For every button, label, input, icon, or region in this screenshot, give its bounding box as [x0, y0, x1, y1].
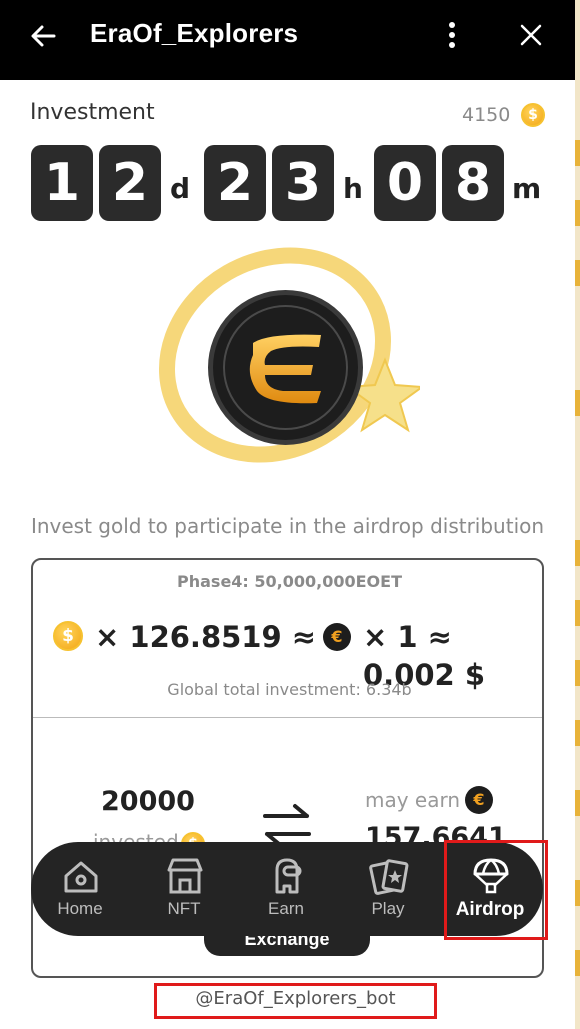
- character-icon: [275, 858, 302, 894]
- arrow-left-icon: [31, 25, 56, 47]
- close-icon: [520, 24, 542, 46]
- bot-handle-label[interactable]: @EraOf_Explorers_bot: [154, 985, 437, 1019]
- countdown-days-digit: 2: [99, 145, 161, 221]
- countdown-hours-digit: 2: [204, 145, 266, 221]
- countdown-minutes-unit: m: [512, 172, 542, 205]
- gold-balance: 4150: [462, 104, 511, 126]
- rate-gold-multiplier: × 126.8519 ≈: [95, 620, 317, 654]
- background-app-strip: [575, 0, 580, 1029]
- countdown-hours-digit: 3: [272, 145, 334, 221]
- nav-label-earn: Earn: [268, 899, 304, 918]
- nav-item-nft[interactable]: NFT: [135, 842, 233, 936]
- gold-coin-icon: $: [53, 621, 83, 651]
- cards-icon: [369, 859, 409, 895]
- eoet-coin-icon: €: [465, 786, 493, 814]
- phase-label: Phase4: 50,000,000EOET: [177, 572, 402, 591]
- countdown-days-unit: d: [170, 172, 191, 205]
- countdown-minutes-digit: 8: [442, 145, 504, 221]
- countdown-minutes-digit: 0: [374, 145, 436, 221]
- e-logo-icon: [249, 334, 321, 404]
- close-button[interactable]: [516, 18, 546, 52]
- investment-label: Investment: [30, 100, 155, 125]
- nav-label-play: Play: [371, 899, 405, 918]
- shop-icon: [167, 858, 203, 894]
- global-total-investment: Global total investment: 6.34b: [167, 680, 412, 699]
- countdown-days-digit: 1: [31, 145, 93, 221]
- gold-coin-icon: $: [521, 103, 545, 127]
- eoet-coin-icon: €: [323, 623, 351, 651]
- countdown-hours-unit: h: [343, 172, 363, 205]
- top-bar: EraOf_Explorers: [0, 0, 575, 80]
- airdrop-highlight-box: [444, 840, 548, 940]
- more-menu-button[interactable]: [440, 18, 464, 52]
- nav-item-play[interactable]: Play: [339, 842, 437, 936]
- nav-item-earn[interactable]: Earn: [237, 842, 335, 936]
- nav-item-home[interactable]: Home: [31, 842, 129, 936]
- may-earn-label: may earn: [365, 788, 461, 812]
- back-button[interactable]: [26, 18, 62, 54]
- airdrop-subtitle: Invest gold to participate in the airdro…: [30, 514, 545, 538]
- nav-label-home: Home: [57, 899, 103, 918]
- page-title: EraOf_Explorers: [90, 18, 299, 48]
- more-vertical-icon: [449, 22, 455, 48]
- exchange-rate-row: $ × 126.8519 ≈ € × 1 ≈ 0.002 $: [53, 618, 533, 692]
- home-icon: [64, 861, 98, 893]
- era-explorers-logo: [208, 290, 363, 445]
- divider: [33, 717, 542, 718]
- invested-amount: 20000: [101, 786, 195, 817]
- nav-label-nft: NFT: [167, 899, 201, 918]
